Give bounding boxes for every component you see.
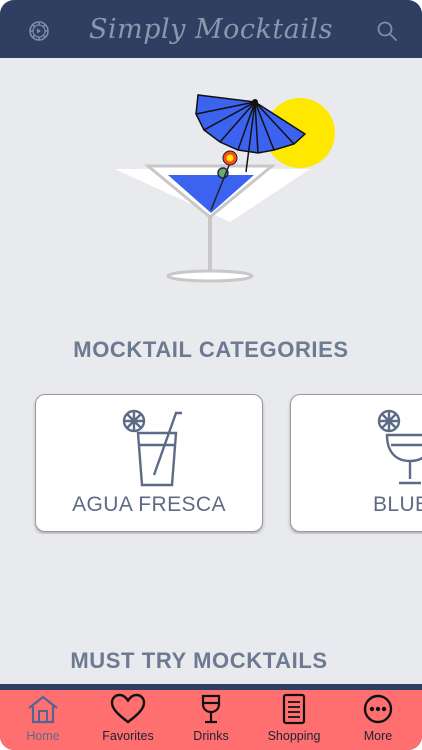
tab-label: Favorites <box>102 729 154 743</box>
category-card-agua-fresca[interactable]: AGUA FRESCA <box>35 394 263 532</box>
home-icon <box>28 695 58 724</box>
category-card-blue[interactable]: BLUE <box>290 394 422 532</box>
search-button[interactable] <box>372 16 402 46</box>
tab-more[interactable]: More <box>360 690 396 750</box>
cocktail-umbrella-illustration <box>115 94 335 283</box>
tab-bar-background: Home Favorites Drinks Shopping More <box>0 690 422 750</box>
category-label: BLUE <box>373 493 422 516</box>
tab-home[interactable]: Home <box>18 690 68 750</box>
bottom-tab-bar: Home Favorites Drinks Shopping More <box>0 684 422 750</box>
category-carousel[interactable]: AGUA FRESCA BLUE <box>0 392 422 534</box>
glass-with-straw-and-lemon-icon <box>122 409 182 487</box>
categories-heading: MOCKTAIL CATEGORIES <box>73 337 349 362</box>
shopping-list-icon <box>282 693 306 725</box>
app-title: Simply Mocktails <box>89 14 333 45</box>
tab-shopping[interactable]: Shopping <box>264 690 324 750</box>
tab-label: More <box>363 729 393 743</box>
must-try-heading: MUST TRY MOCKTAILS <box>70 648 328 673</box>
category-label: AGUA FRESCA <box>72 493 226 516</box>
heart-icon <box>110 693 146 724</box>
tab-label: Drinks <box>193 729 229 743</box>
tab-drinks[interactable]: Drinks <box>188 690 234 750</box>
more-icon <box>363 694 393 724</box>
tab-favorites[interactable]: Favorites <box>96 690 160 750</box>
app-header: Simply Mocktails <box>0 0 422 58</box>
tab-label: Shopping <box>267 729 321 743</box>
tab-label: Home <box>26 729 60 743</box>
wine-glass-icon <box>201 694 221 724</box>
stemmed-glass-with-lemon-icon <box>377 409 422 485</box>
search-icon <box>377 21 397 41</box>
app-screen: Simply Mocktails MOCKTAIL CATEGORIES AGU… <box>0 0 422 750</box>
